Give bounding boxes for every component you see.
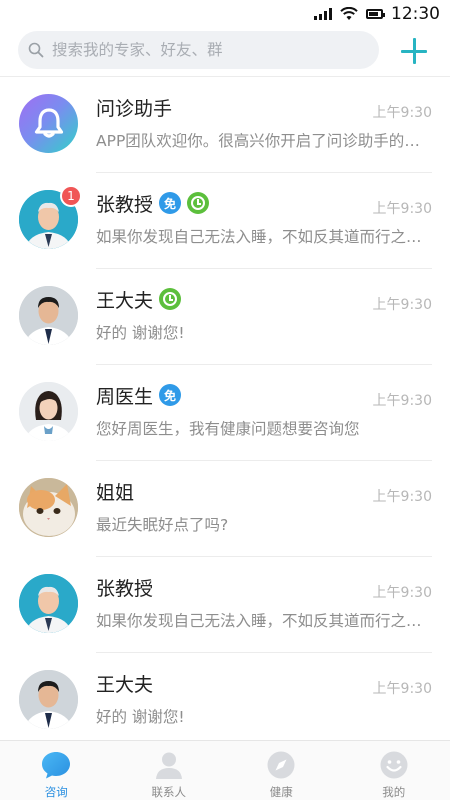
chat-preview: 如果你发现自己无法入睡，不如反其道而行之，保持清醒 (96, 228, 432, 246)
chat-item-professor-zhang[interactable]: 1 张教授 免 上午9:30 如果你发现自己无法入睡，不如反其道而行之，保持清醒 (0, 173, 450, 269)
chat-item-doctor-zhou[interactable]: 周医生 免 上午9:30 您好周医生，我有健康问题想要咨询您 (0, 365, 450, 461)
chat-name: 王大夫 (96, 289, 154, 312)
signal-icon (314, 8, 332, 20)
chat-item-sister[interactable]: 姐姐 上午9:30 最近失眠好点了吗? (0, 461, 450, 557)
chat-time: 上午9:30 (372, 489, 432, 505)
tab-health[interactable]: 健康 (225, 741, 338, 800)
chat-time: 上午9:30 (372, 585, 432, 601)
compass-icon (267, 751, 295, 779)
chat-item-doctor-wang-2[interactable]: 王大夫 上午9:30 好的 谢谢您! (0, 653, 450, 749)
chat-preview: 好的 谢谢您! (96, 324, 185, 342)
chat-name: 周医生 (96, 385, 154, 408)
clock-icon (159, 288, 182, 310)
free-tag: 免 (159, 192, 182, 214)
chat-name: 张教授 (96, 577, 154, 600)
add-plus-icon[interactable] (401, 38, 427, 64)
tab-profile[interactable]: 我的 (338, 741, 450, 800)
wifi-icon (340, 7, 358, 20)
free-tag: 免 (159, 384, 182, 406)
doctor-avatar (19, 574, 78, 633)
cat-avatar (19, 478, 78, 537)
unread-badge: 1 (60, 185, 82, 207)
search-header (0, 28, 450, 76)
bottom-tab-bar: 咨询 联系人 健康 我的 (0, 740, 450, 800)
tab-consult[interactable]: 咨询 (0, 741, 113, 800)
chat-name: 张教授 (96, 193, 154, 216)
chat-name: 姐姐 (96, 481, 135, 504)
tab-label: 联系人 (151, 785, 187, 799)
search-input[interactable] (52, 41, 352, 59)
profile-icon (380, 751, 408, 779)
tab-label: 健康 (269, 785, 293, 799)
chat-time: 上午9:30 (372, 297, 432, 313)
tab-contacts[interactable]: 联系人 (113, 741, 226, 800)
bell-avatar (19, 94, 78, 153)
battery-icon (366, 9, 385, 19)
chat-item-doctor-wang[interactable]: 王大夫 上午9:30 好的 谢谢您! (0, 269, 450, 365)
search-bar[interactable] (18, 31, 379, 69)
chat-preview: APP团队欢迎你。很高兴你开启了问诊助手的服务 (96, 132, 432, 150)
chat-name: 王大夫 (96, 673, 154, 696)
chat-bubble-icon (42, 752, 71, 779)
chat-time: 上午9:30 (372, 201, 432, 217)
chat-time: 上午9:30 (372, 681, 432, 697)
status-time: 12:30 (391, 4, 440, 24)
chat-preview: 您好周医生，我有健康问题想要咨询您 (96, 420, 360, 438)
chat-time: 上午9:30 (372, 105, 432, 121)
chat-preview: 好的 谢谢您! (96, 708, 185, 726)
doctor-avatar (19, 286, 78, 345)
clock-icon (187, 192, 210, 214)
chat-item-assistant[interactable]: 问诊助手 上午9:30 APP团队欢迎你。很高兴你开启了问诊助手的服务 (0, 77, 450, 173)
chat-preview: 最近失眠好点了吗? (96, 516, 229, 534)
chat-time: 上午9:30 (372, 393, 432, 409)
tab-label: 我的 (382, 785, 406, 799)
chat-preview: 如果你发现自己无法入睡，不如反其道而行之，保持清醒 (96, 612, 432, 630)
tab-label: 咨询 (44, 785, 68, 799)
search-icon (28, 42, 44, 58)
doctor-avatar (19, 382, 78, 441)
chat-list: 问诊助手 上午9:30 APP团队欢迎你。很高兴你开启了问诊助手的服务 1 张教… (0, 77, 450, 749)
status-bar: 12:30 (0, 0, 450, 28)
doctor-avatar (19, 670, 78, 729)
contacts-icon (155, 752, 182, 779)
bell-icon (34, 108, 64, 138)
chat-item-professor-zhang-2[interactable]: 张教授 上午9:30 如果你发现自己无法入睡，不如反其道而行之，保持清醒 (0, 557, 450, 653)
chat-name: 问诊助手 (96, 97, 173, 120)
